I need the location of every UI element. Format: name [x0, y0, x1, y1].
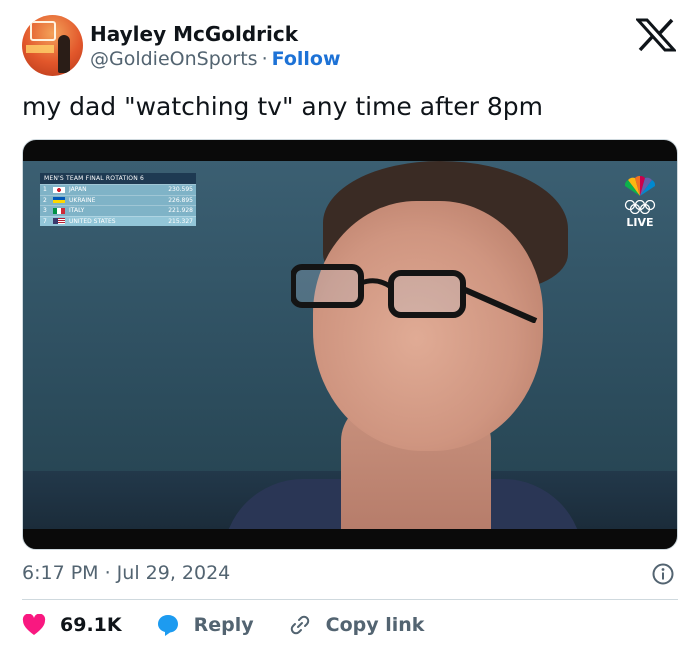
reply-button[interactable]: Reply — [156, 613, 254, 637]
video-frame: MEN'S TEAM FINAL ROTATION 6 1 JAPAN 230.… — [23, 161, 677, 529]
info-icon[interactable] — [652, 563, 674, 585]
copy-link-button[interactable]: Copy link — [288, 613, 425, 637]
author-handle[interactable]: @GoldieOnSports — [90, 48, 258, 70]
scoreboard-row: 2 UKRAINE 226.895 — [40, 194, 196, 206]
avatar-person-shape — [58, 35, 70, 73]
scoreboard-row: 1 JAPAN 230.595 — [40, 184, 196, 195]
country: JAPAN — [69, 186, 87, 194]
like-button[interactable]: 69.1K — [22, 614, 122, 636]
glasses-shape — [291, 264, 538, 323]
follow-button[interactable]: Follow — [272, 48, 341, 70]
ukraine-flag-icon — [53, 197, 65, 204]
tweet-timestamp[interactable]: 6:17 PM · Jul 29, 2024 — [22, 562, 230, 584]
nbc-peacock-icon — [624, 175, 656, 196]
japan-flag-icon — [53, 186, 65, 193]
points: 221.928 — [168, 207, 193, 215]
scoreboard-overlay: MEN'S TEAM FINAL ROTATION 6 1 JAPAN 230.… — [40, 173, 196, 226]
points: 215.327 — [168, 217, 193, 225]
nbc-olympics-badge: LIVE — [623, 175, 657, 229]
live-badge: LIVE — [626, 216, 654, 229]
tweet-text: my dad "watching tv" any time after 8pm — [22, 92, 543, 121]
author-avatar[interactable] — [22, 15, 83, 76]
like-count: 69.1K — [60, 614, 122, 636]
points: 230.595 — [168, 186, 193, 194]
author-handle-row: @GoldieOnSports · Follow — [90, 48, 341, 70]
scoreboard-header: MEN'S TEAM FINAL ROTATION 6 — [40, 173, 196, 184]
action-bar: 69.1K Reply Copy link — [22, 612, 458, 638]
avatar-banner-shape — [26, 45, 54, 53]
author-name[interactable]: Hayley McGoldrick — [90, 22, 298, 46]
olympic-rings-icon — [624, 200, 656, 214]
tweet-media[interactable]: MEN'S TEAM FINAL ROTATION 6 1 JAPAN 230.… — [22, 139, 678, 550]
rank: 3 — [43, 207, 47, 215]
rank: 2 — [43, 196, 47, 204]
separator-dot: · — [261, 48, 268, 70]
avatar-hoop-shape — [30, 21, 56, 41]
heart-icon — [22, 614, 46, 635]
rank: 1 — [43, 186, 47, 194]
athlete-face — [313, 201, 543, 451]
italy-flag-icon — [53, 207, 65, 214]
copy-link-label: Copy link — [325, 614, 425, 636]
usa-flag-icon — [53, 218, 65, 225]
points: 226.895 — [168, 196, 193, 204]
country: UKRAINE — [69, 196, 96, 204]
scoreboard-row-highlighted: 7 UNITED STATES 215.327 — [40, 215, 196, 226]
country: ITALY — [69, 207, 85, 215]
divider — [22, 599, 678, 600]
link-icon — [290, 615, 309, 635]
rank: 7 — [43, 217, 47, 225]
country: UNITED STATES — [69, 217, 116, 225]
x-logo-icon[interactable] — [636, 18, 676, 52]
scoreboard-row: 3 ITALY 221.928 — [40, 205, 196, 216]
reply-bubble-icon — [157, 615, 178, 636]
reply-label: Reply — [193, 614, 254, 636]
